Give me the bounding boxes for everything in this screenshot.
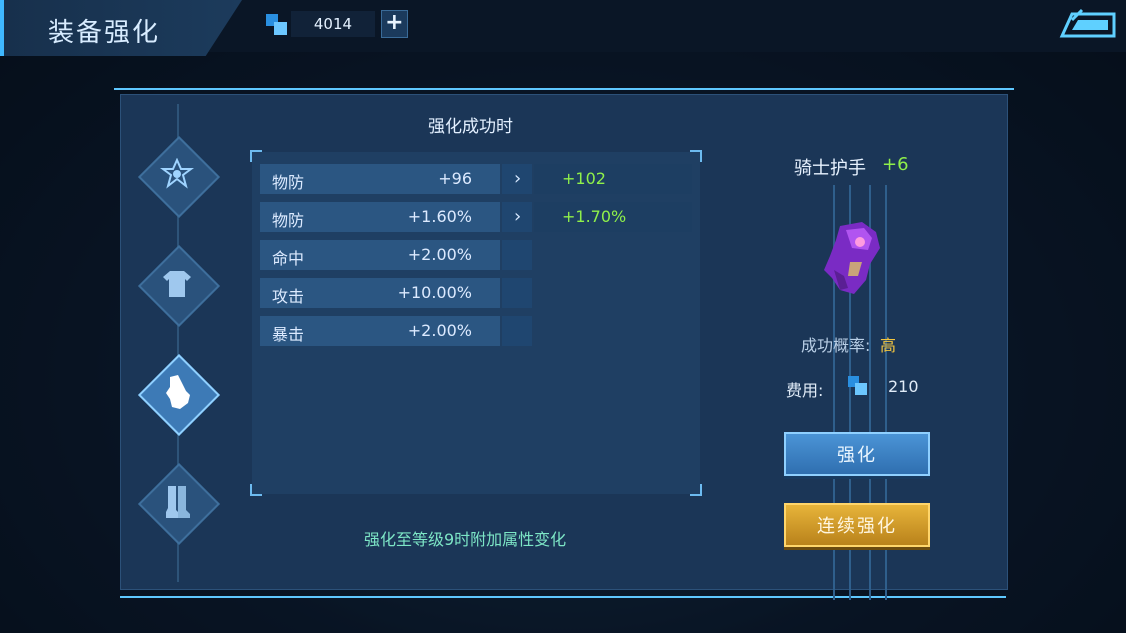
stat-row: 命中 +2.00% <box>260 240 692 270</box>
continuous-enhance-button[interactable]: 连续强化 <box>784 503 930 547</box>
purple-gauntlet-icon <box>824 222 880 294</box>
stat-current-value: +2.00% <box>407 245 472 264</box>
boots-icon <box>150 475 204 529</box>
panel-top-border <box>114 88 1014 90</box>
stat-name: 命中 <box>272 249 305 268</box>
stats-frame: 物防 +96 › +102 物防 +1.60% › +1.70% 命中 +2.0… <box>250 150 702 496</box>
gem-currency-icon <box>262 10 289 38</box>
stat-current-value: +96 <box>438 169 472 188</box>
armor-icon <box>150 257 204 311</box>
emblem-icon <box>150 148 204 202</box>
stats-header: 强化成功时 <box>428 117 513 137</box>
slot-armor[interactable] <box>137 244 221 328</box>
add-currency-button[interactable]: + <box>380 10 408 38</box>
stat-next-value: +1.70% <box>562 207 627 226</box>
gauntlet-icon <box>150 366 204 420</box>
slot-emblem[interactable] <box>137 135 221 219</box>
currency-display: 4014 + <box>262 9 408 39</box>
stat-current-value: +1.60% <box>407 207 472 226</box>
stat-row: 物防 +96 › +102 <box>260 164 692 194</box>
back-icon[interactable] <box>1058 8 1116 40</box>
currency-value: 4014 <box>291 11 375 37</box>
frame-corner <box>250 484 262 496</box>
cost-label: 费用: <box>786 381 824 400</box>
slot-gauntlet[interactable] <box>137 353 221 437</box>
frame-corner <box>690 484 702 496</box>
stat-row: 暴击 +2.00% <box>260 316 692 346</box>
stat-current-value: +10.00% <box>397 283 472 302</box>
success-rate-value: 高 <box>880 336 897 355</box>
chevron-right-icon: › <box>514 206 522 227</box>
stat-name: 物防 <box>272 211 305 230</box>
stat-row: 物防 +1.60% › +1.70% <box>260 202 692 232</box>
page-title: 装备强化 <box>48 18 161 48</box>
stat-name: 攻击 <box>272 287 305 306</box>
stat-name: 物防 <box>272 173 305 192</box>
success-rate-label: 成功概率: <box>801 336 871 355</box>
frame-corner <box>690 150 702 162</box>
item-level: +6 <box>882 154 909 175</box>
stat-row: 攻击 +10.00% <box>260 278 692 308</box>
bonus-note: 强化至等级9时附加属性变化 <box>364 530 567 549</box>
chevron-right-icon: › <box>514 168 522 189</box>
frame-corner <box>250 150 262 162</box>
enhance-button[interactable]: 强化 <box>784 432 930 476</box>
gem-currency-icon <box>846 374 872 400</box>
cost-value: 210 <box>888 377 919 396</box>
slot-boots[interactable] <box>137 462 221 546</box>
stat-next-value: +102 <box>562 169 606 188</box>
stat-current-value: +2.00% <box>407 321 472 340</box>
item-name: 骑士护手 <box>794 158 866 179</box>
stat-name: 暴击 <box>272 325 305 344</box>
